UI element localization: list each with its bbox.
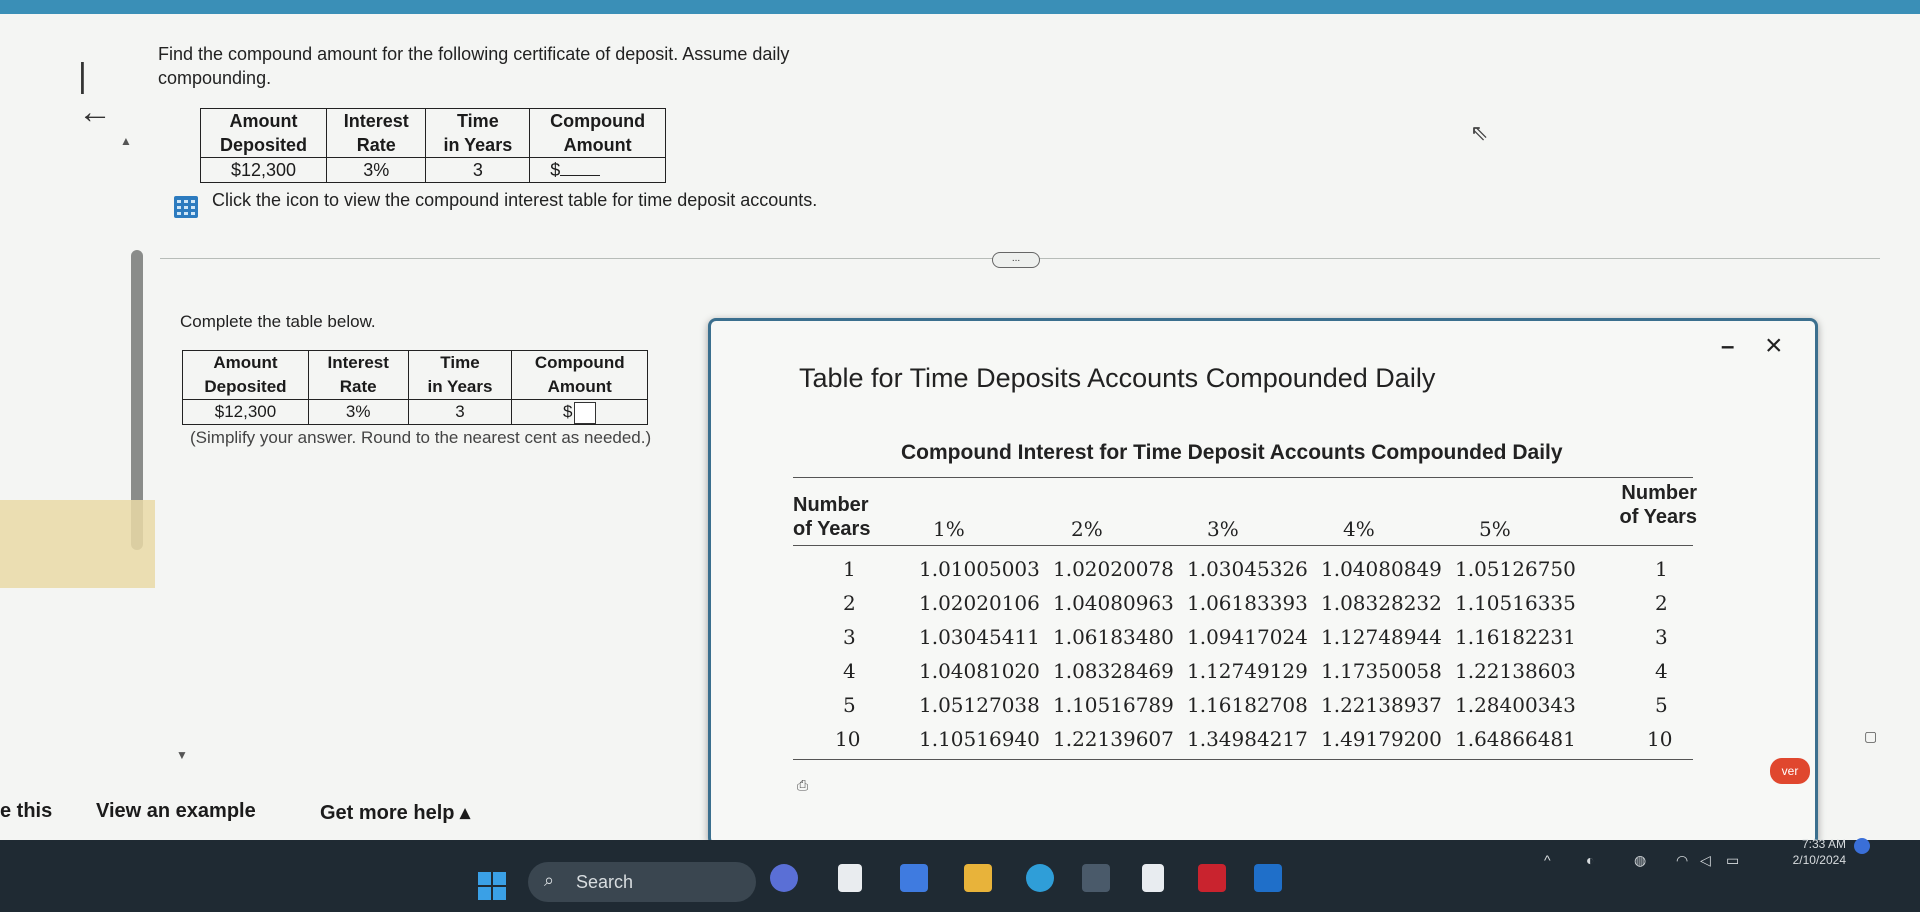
cell-rate: 3% (326, 157, 427, 183)
tray-vpn-icon[interactable]: ◍ (1634, 852, 1646, 869)
header-time-years: Time in Years (425, 108, 531, 158)
question-text: Find the compound amount for the followi… (158, 44, 790, 88)
tray-app-icon[interactable]: ◐ (1586, 852, 1594, 868)
notepad-icon[interactable] (1142, 864, 1164, 892)
store-icon[interactable] (1082, 864, 1110, 892)
answer-table: Amount Deposited Interest Rate Time in Year… (182, 350, 648, 425)
tray-chevron-icon[interactable]: ^ (1544, 852, 1551, 868)
left-years-header: Number of Years (793, 494, 871, 540)
table-row: 1 1.01005003 1.02020078 1.03045326 1.040… (843, 557, 1668, 581)
mcafee-icon[interactable] (1198, 864, 1226, 892)
file-explorer-icon[interactable] (964, 864, 992, 892)
rate-header-1: 1% (933, 517, 965, 541)
edge-icon[interactable] (1026, 864, 1054, 892)
compound-table-popup: Table for Time Deposits Accounts Compoun… (708, 318, 1818, 846)
header-compound-amount: Compound Amount (511, 350, 648, 400)
right-years-header: Number of Years (1619, 482, 1697, 528)
table-row: 4 1.04081020 1.08328469 1.12749129 1.173… (843, 659, 1668, 683)
collapse-arrow-icon[interactable]: |← (78, 58, 118, 130)
cell-amount: $12,300 (182, 399, 309, 425)
header-amount-deposited: Amount Deposited (199, 108, 328, 158)
task-view-icon[interactable] (838, 864, 862, 892)
given-data-table: Amount Deposited Interest Rate Time in Year… (199, 108, 666, 183)
header-compound-amount: Compound Amount (529, 108, 666, 158)
table-row: 2 1.02020106 1.04080963 1.06183393 1.083… (843, 591, 1668, 615)
table-header-rule (793, 545, 1693, 546)
header-time-years: Time in Years (407, 350, 513, 400)
scroll-down-icon[interactable]: ▼ (176, 748, 188, 762)
table-row: 10 1.10516940 1.22139607 1.34984217 1.49… (835, 727, 1673, 751)
rate-header-2: 2% (1071, 517, 1103, 541)
table-row: 5 1.05127038 1.10516789 1.16182708 1.221… (843, 693, 1668, 717)
print-icon[interactable]: ⎙ (797, 777, 808, 794)
copilot-icon[interactable] (770, 864, 798, 892)
highlight-band (0, 500, 155, 588)
table-grid-icon[interactable] (174, 196, 198, 218)
table-title: Compound Interest for Time Deposit Accou… (901, 441, 1563, 464)
compound-amount-input[interactable] (574, 401, 597, 424)
scroll-up-icon[interactable]: ▲ (120, 134, 132, 148)
side-panel-icon[interactable]: ▢ (1864, 728, 1877, 745)
rate-header-3: 3% (1207, 517, 1239, 541)
notification-icon[interactable] (1854, 838, 1870, 854)
complete-table-label: Complete the table below. (180, 312, 376, 331)
battery-icon[interactable]: ▭ (1726, 852, 1739, 869)
volume-icon[interactable]: ◁ (1700, 852, 1711, 869)
expand-more-button[interactable]: ... (992, 252, 1040, 268)
cell-compound: $ (529, 157, 666, 183)
meet-icon[interactable] (900, 864, 928, 892)
rate-header-4: 4% (1343, 517, 1375, 541)
cell-amount: $12,300 (199, 157, 328, 183)
cell-compound-answer: $ (511, 399, 648, 425)
table-row: 3 1.03045411 1.06183480 1.09417024 1.127… (843, 625, 1668, 649)
top-color-bar (0, 0, 1920, 14)
taskbar (0, 840, 1920, 912)
popup-title: Table for Time Deposits Accounts Compoun… (799, 363, 1436, 393)
table-bottom-rule (793, 759, 1693, 760)
search-icon: ⌕ (544, 870, 555, 890)
close-button[interactable]: × (1765, 329, 1783, 363)
cell-time: 3 (425, 157, 531, 183)
mouse-cursor-icon: ⇖ (1470, 120, 1489, 145)
wifi-icon[interactable]: ◠ (1676, 852, 1688, 869)
get-more-help-link[interactable]: Get more help ▴ (320, 800, 470, 825)
outlook-icon[interactable] (1254, 864, 1282, 892)
footer-bar: e this View an example Get more help ▴ (0, 792, 720, 840)
header-interest-rate: Interest Rate (326, 108, 427, 158)
simplify-hint: (Simplify your answer. Round to the near… (190, 428, 652, 447)
rate-header-5: 5% (1479, 517, 1511, 541)
partial-button[interactable]: e this (0, 800, 52, 823)
compound-interest-table: Compound Interest for Time Deposit Accou… (789, 441, 1729, 781)
cell-rate: 3% (307, 399, 409, 425)
minimize-button[interactable]: – (1721, 333, 1734, 361)
table-top-rule (793, 477, 1693, 478)
view-example-link[interactable]: View an example (96, 800, 256, 823)
header-interest-rate: Interest Rate (307, 350, 409, 400)
taskbar-search[interactable]: ⌕ Search (528, 862, 756, 902)
windows-start-icon[interactable] (478, 872, 506, 900)
cell-time: 3 (407, 399, 513, 425)
taskbar-clock[interactable]: 7:33 AM 2/10/2024 (1766, 836, 1846, 868)
header-amount-deposited: Amount Deposited (182, 350, 309, 400)
badge[interactable]: ver (1770, 758, 1810, 784)
icon-hint-text: Click the icon to view the compound inte… (212, 190, 818, 210)
